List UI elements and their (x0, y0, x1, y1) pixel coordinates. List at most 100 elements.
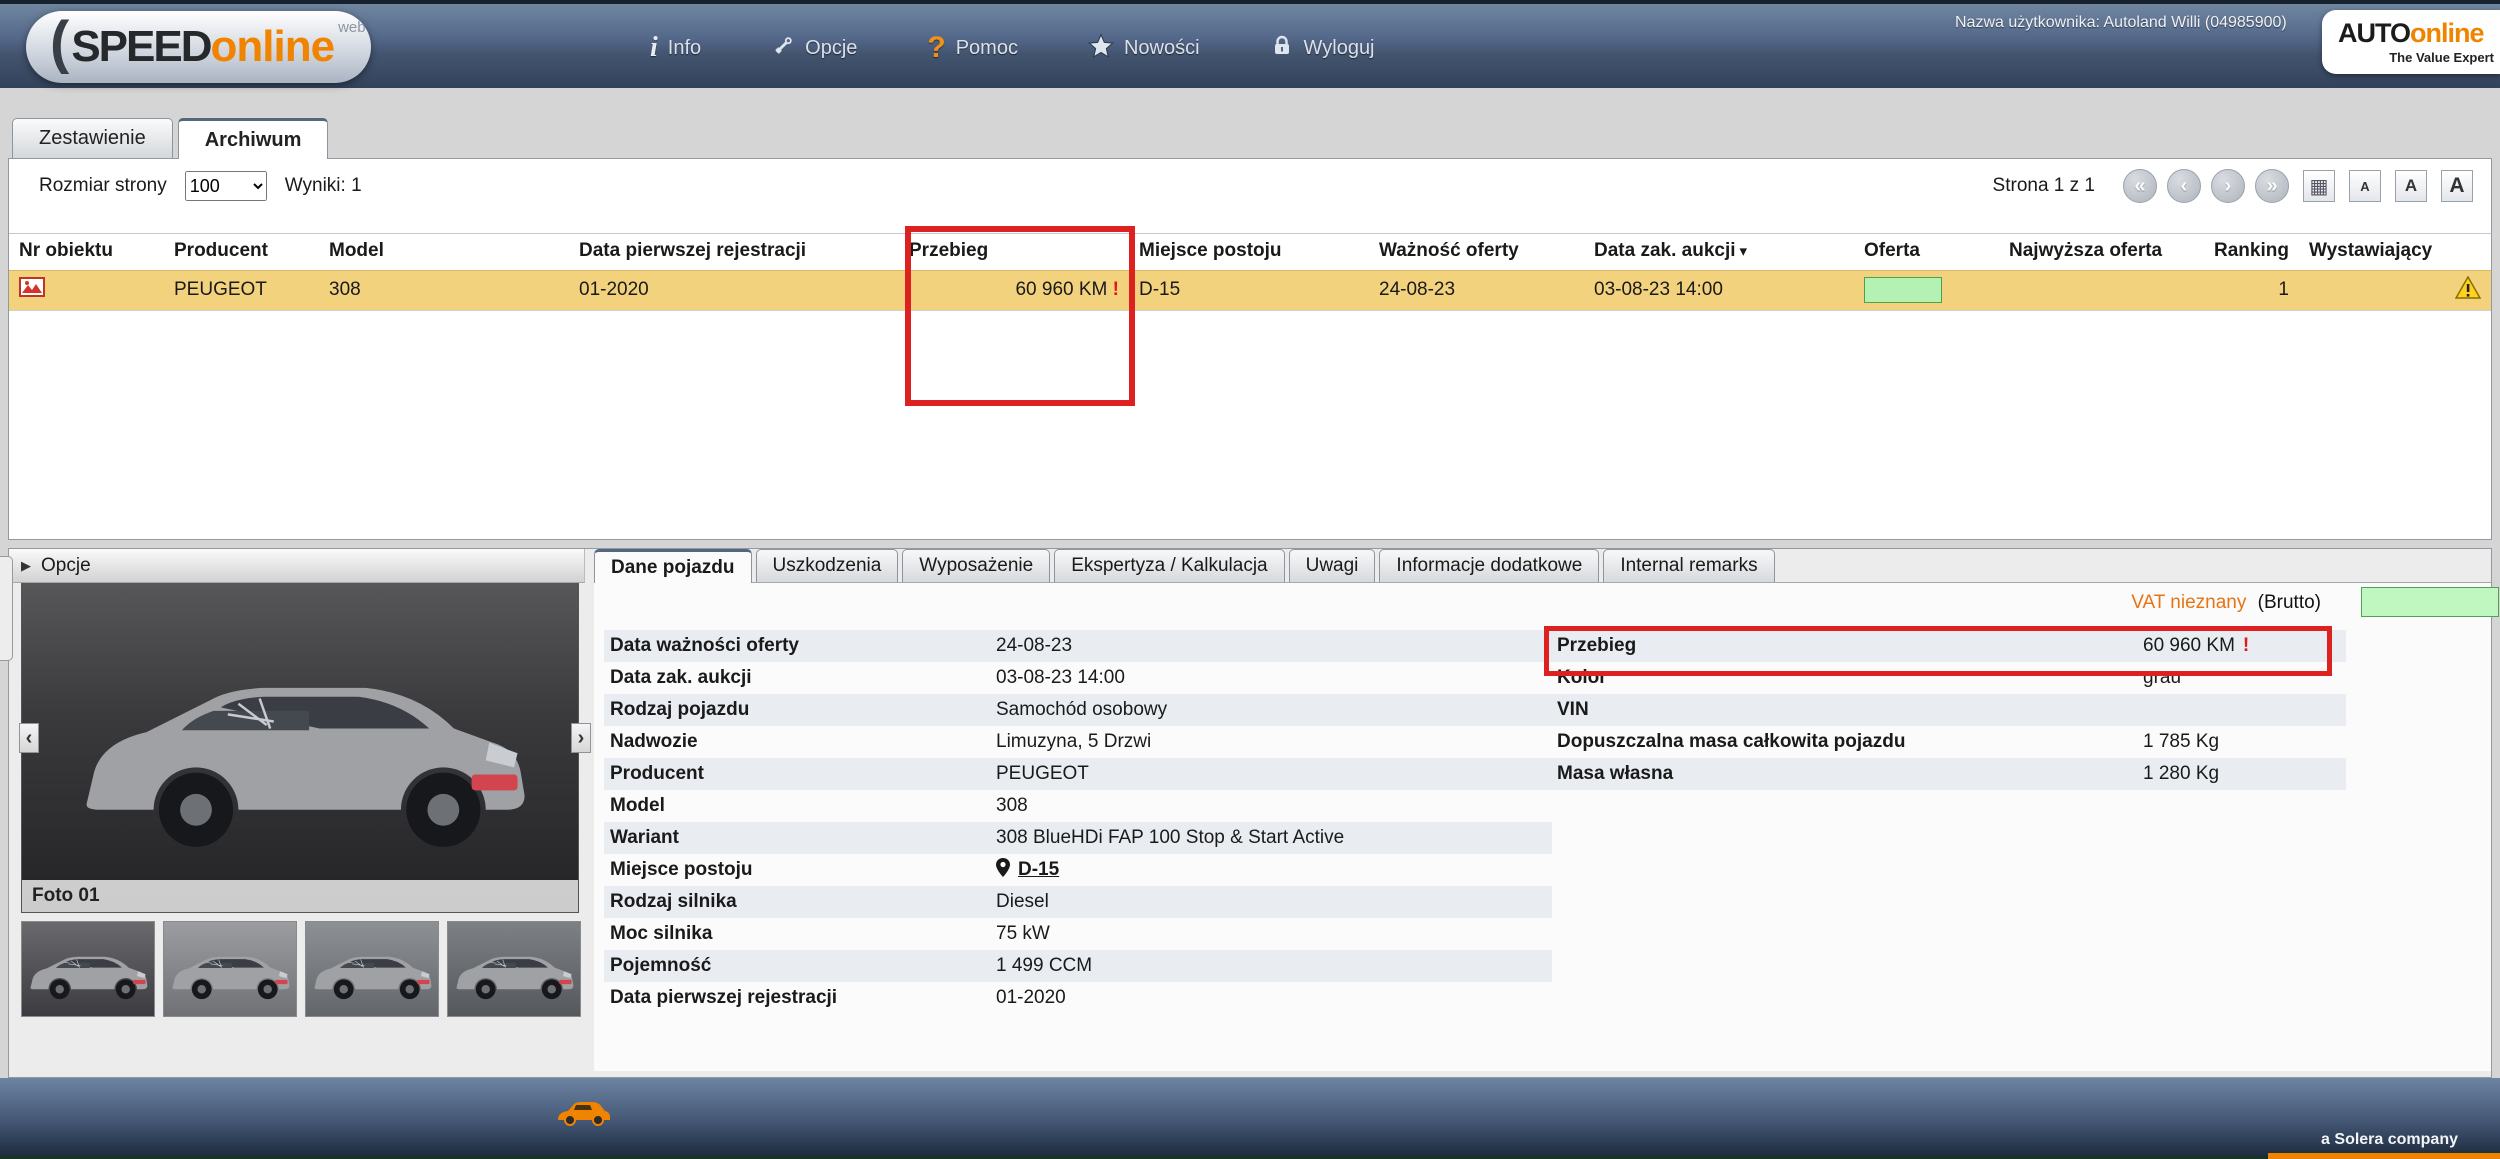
location-link[interactable]: D-15 (1018, 859, 1059, 881)
logo-online-text: online (211, 22, 335, 72)
car-icon (552, 1096, 616, 1128)
field-row: Wariant308 BlueHDi FAP 100 Stop & Start … (604, 822, 1552, 854)
tab-informacje-dodatkowe[interactable]: Informacje dodatkowe (1379, 549, 1599, 582)
photo-caption: Foto 01 (22, 880, 578, 912)
thumbnail-4[interactable] (447, 921, 581, 1017)
column-header-przebieg[interactable]: Przebieg (899, 234, 1129, 271)
results-count-label: Wyniki: 1 (285, 175, 362, 197)
options-label: Opcje (41, 555, 91, 577)
cell-model: 308 (319, 270, 569, 310)
vehicle-data-panel: VAT nieznany (Brutto) Data ważności ofer… (594, 582, 2491, 1071)
cell-auction-end: 03-08-23 14:00 (1584, 270, 1854, 310)
tab-uwagi[interactable]: Uwagi (1289, 549, 1376, 582)
cell-ranking: 1 (2204, 270, 2299, 310)
field-row: Data ważności oferty24-08-23 (604, 630, 1552, 662)
menu-item-help[interactable]: ? Pomoc (927, 31, 1018, 65)
results-panel: Rozmiar strony 100 Wyniki: 1 Strona 1 z … (8, 158, 2492, 540)
cell-location: D-15 (1129, 270, 1369, 310)
tab-archiwum[interactable]: Archiwum (178, 118, 329, 159)
field-row: ProducentPEUGEOT (604, 758, 1552, 790)
vehicle-fields-right: Przebieg 60 960 KM ! Kolorgrau VIN Dopus… (1551, 630, 2346, 790)
tab-zestawienie[interactable]: Zestawienie (12, 118, 173, 158)
warning-icon (2455, 283, 2481, 304)
column-header-ranking[interactable]: Ranking (2204, 234, 2299, 271)
thumbnail-2[interactable] (163, 921, 297, 1017)
menu-item-news[interactable]: Nowości (1088, 33, 1200, 64)
photo-prev-button[interactable]: ‹ (19, 723, 39, 753)
first-page-button[interactable]: « (2123, 169, 2157, 203)
tab-dane-pojazdu[interactable]: Dane pojazdu (594, 549, 752, 583)
footer-accent-bar (2268, 1153, 2500, 1159)
cell-offer-validity: 24-08-23 (1369, 270, 1584, 310)
font-size-small-button[interactable]: A (2349, 170, 2381, 202)
info-icon: i (650, 32, 658, 64)
field-row: Rodzaj pojazduSamochód osobowy (604, 694, 1552, 726)
thumbnail-3[interactable] (305, 921, 439, 1017)
field-row: Data pierwszej rejestracji01-2020 (604, 982, 1552, 1014)
mileage-warning-flag: ! (2243, 635, 2249, 657)
font-size-large-button[interactable]: A (2441, 170, 2473, 202)
column-header-oferta[interactable]: Oferta (1854, 234, 1999, 271)
field-row: Pojemność1 499 CCM (604, 950, 1552, 982)
offer-input-box[interactable] (1864, 277, 1942, 303)
page-footer: a Solera company (0, 1078, 2500, 1159)
help-icon: ? (927, 31, 945, 65)
row-photo-cell[interactable] (9, 270, 164, 310)
photo-next-button[interactable]: › (571, 723, 591, 753)
tab-uszkodzenia[interactable]: Uszkodzenia (756, 549, 899, 582)
paging-toolbar: Strona 1 z 1 « ‹ › » ▦ A A A (1993, 169, 2473, 203)
vat-suffix: (Brutto) (2258, 592, 2321, 613)
menu-item-logout[interactable]: Wyloguj (1270, 34, 1375, 63)
details-section: ▶ Opcje Foto 01 ‹ › Dane pojazdu Uszkodz… (8, 548, 2492, 1078)
prev-page-icon: ‹ (2181, 175, 2188, 198)
vat-value-box[interactable] (2361, 587, 2499, 617)
sidebar-collapse-handle[interactable] (0, 556, 13, 661)
vehicle-fields-left: Data ważności oferty24-08-23 Data zak. a… (604, 630, 1552, 1014)
logo-swoosh-icon: ( (50, 9, 69, 76)
field-row-mileage: Przebieg 60 960 KM ! (1551, 630, 2346, 662)
field-row: Dopuszczalna masa całkowita pojazdu1 785… (1551, 726, 2346, 758)
menu-item-options[interactable]: Opcje (771, 34, 857, 63)
last-page-button[interactable]: » (2255, 169, 2289, 203)
field-row: Moc silnika75 kW (604, 918, 1552, 950)
column-header-wystawiajacy[interactable]: Wystawiający (2299, 234, 2491, 271)
field-row-location: Miejsce postoju D-15 (604, 854, 1552, 886)
prev-page-button[interactable]: ‹ (2167, 169, 2201, 203)
page-size-select[interactable]: 100 (185, 171, 267, 201)
thumbnail-1[interactable] (21, 921, 155, 1017)
column-header-data-zak-aukcji[interactable]: Data zak. aukcji▾ (1584, 234, 1854, 271)
export-button[interactable]: ▦ (2303, 170, 2335, 202)
username-label: Nazwa użytkownika: Autoland Willi (04985… (1955, 14, 2287, 32)
field-row: Model308 (604, 790, 1552, 822)
photo-available-icon (19, 281, 45, 302)
vat-info: VAT nieznany (Brutto) (2131, 592, 2321, 614)
page-size-label: Rozmiar strony (39, 175, 167, 197)
font-size-medium-button[interactable]: A (2395, 170, 2427, 202)
tab-wyposazenie[interactable]: Wyposażenie (902, 549, 1050, 582)
column-header-miejsce-postoju[interactable]: Miejsce postoju (1129, 234, 1369, 271)
menu-item-info[interactable]: i Info (650, 32, 701, 64)
column-header-producent[interactable]: Producent (164, 234, 319, 271)
tab-internal-remarks[interactable]: Internal remarks (1603, 549, 1774, 582)
column-header-data-rejestracji[interactable]: Data pierwszej rejestracji (569, 234, 899, 271)
sort-icon: ▾ (1740, 243, 1748, 260)
column-header-model[interactable]: Model (319, 234, 569, 271)
mileage-warning-flag: ! (1113, 279, 1119, 300)
export-icon: ▦ (2310, 174, 2329, 199)
column-header-najwyzsza-oferta[interactable]: Najwyższa oferta (1999, 234, 2204, 271)
options-expander[interactable]: ▶ Opcje (9, 549, 585, 583)
tab-ekspertyza[interactable]: Ekspertyza / Kalkulacja (1054, 549, 1284, 582)
cell-first-registration: 01-2020 (569, 270, 899, 310)
location-pin-icon (996, 858, 1010, 883)
column-header-nr-obiektu[interactable]: Nr obiektu (9, 234, 164, 271)
cell-mileage: 60 960 KM ! (899, 270, 1129, 310)
column-header-waznosc-oferty[interactable]: Ważność oferty (1369, 234, 1584, 271)
table-row[interactable]: PEUGEOT 308 01-2020 60 960 KM ! D-15 24-… (9, 270, 2491, 310)
vehicle-photo[interactable]: Foto 01 (21, 583, 579, 913)
page-info-label: Strona 1 z 1 (1993, 175, 2095, 197)
last-page-icon: » (2266, 175, 2277, 198)
main-tab-bar: Zestawienie Archiwum (12, 118, 328, 159)
next-page-button[interactable]: › (2211, 169, 2245, 203)
field-row: NadwozieLimuzyna, 5 Drzwi (604, 726, 1552, 758)
autoonline-logo: AUTOonline The Value Expert (2322, 10, 2500, 74)
